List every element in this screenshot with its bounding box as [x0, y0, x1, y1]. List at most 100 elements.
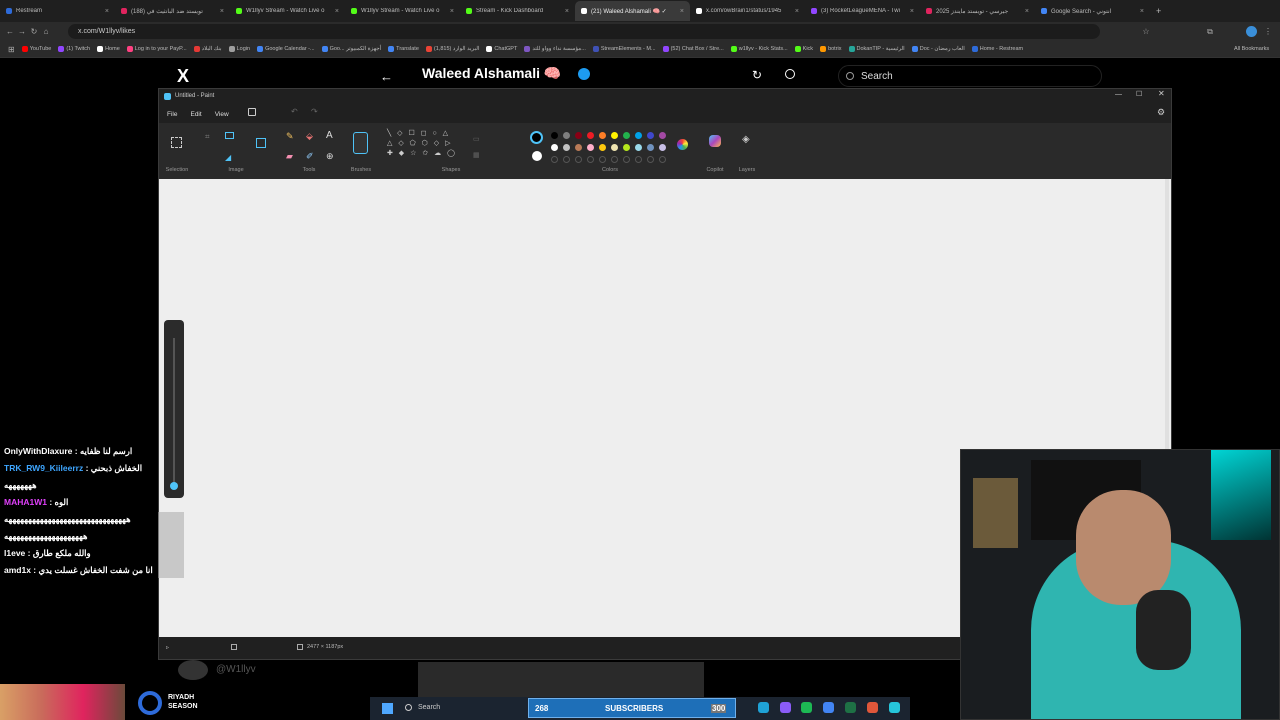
custom-color-slot[interactable] [551, 156, 558, 163]
bookmark-item[interactable]: Translate [388, 46, 419, 52]
outline-icon[interactable]: ▭ [473, 135, 480, 143]
menu-view[interactable]: View [215, 111, 229, 118]
browser-tab[interactable]: Google Search - انتوني × [1035, 1, 1150, 21]
bookmark-item[interactable]: Kick [794, 46, 813, 52]
resize-icon[interactable] [225, 132, 234, 139]
bookmark-item[interactable]: (52) Chat Box / Stre... [662, 46, 724, 52]
url-field[interactable]: x.com/W1llyv/likes [68, 24, 1100, 39]
browser-tab[interactable]: W1llyv Stream - Watch Live o × [345, 1, 460, 21]
tab-close-icon[interactable]: × [680, 8, 684, 15]
color-swatch[interactable] [587, 132, 594, 139]
bookmark-item[interactable]: مؤسسة نداء وواو للتد... [524, 46, 586, 52]
fill-icon[interactable]: ⬙ [306, 131, 313, 142]
profile-avatar[interactable] [1246, 26, 1257, 37]
bookmark-item[interactable]: Login [228, 46, 250, 52]
color-swatch[interactable] [659, 144, 666, 151]
color-swatch[interactable] [599, 132, 606, 139]
spotify-icon[interactable] [801, 702, 812, 713]
eraser-icon[interactable]: ▰ [286, 151, 293, 162]
copilot-icon[interactable] [709, 135, 721, 147]
browser-tab[interactable]: تويستد ضد البانثيث في (188) × [115, 1, 230, 21]
selection-icon[interactable] [171, 137, 182, 148]
browser-tab[interactable]: x.com/owBrain1/status/1945 × [690, 1, 805, 21]
browser-tab[interactable]: (21) Waleed Alshamali 🧠 ✓ × [575, 1, 690, 21]
browser-tab[interactable]: Stream - Kick Dashboard × [460, 1, 575, 21]
forward-icon[interactable]: → [16, 27, 28, 36]
all-bookmarks-link[interactable]: All Bookmarks [1234, 46, 1269, 52]
custom-color-slot[interactable] [647, 156, 654, 163]
brush-icon[interactable] [353, 132, 368, 154]
browser-tab[interactable]: جيرسي - تويستد مايندز 2025 × [920, 1, 1035, 21]
color-swatch[interactable] [635, 144, 642, 151]
tab-close-icon[interactable]: × [105, 8, 109, 15]
bookmark-item[interactable]: Home [97, 46, 120, 52]
bookmark-item[interactable]: w1llyv - Kick Stats... [730, 46, 788, 52]
bookmark-item[interactable]: botrix [820, 46, 842, 52]
color-picker-icon[interactable]: ✐ [306, 151, 314, 162]
bookmark-item[interactable]: (1) Twitch [58, 46, 90, 52]
color-swatch[interactable] [611, 144, 618, 151]
paint-taskbar-icon[interactable] [889, 702, 900, 713]
text-icon[interactable]: A [326, 130, 333, 141]
bookmark-item[interactable]: Doc - العاب رمضان [911, 46, 965, 52]
bookmark-item[interactable]: (1,815) البريد الوارد [425, 46, 479, 52]
back-icon[interactable]: ← [4, 27, 16, 36]
close-button[interactable]: ✕ [1158, 89, 1165, 98]
chrome-icon[interactable] [823, 702, 834, 713]
tab-close-icon[interactable]: × [220, 8, 224, 15]
bookmark-item[interactable]: Home - Restream [971, 46, 1023, 52]
color-swatch[interactable] [587, 144, 594, 151]
star-icon[interactable]: ☆ [1140, 27, 1152, 36]
color-swatch[interactable] [563, 144, 570, 151]
tab-close-icon[interactable]: × [335, 8, 339, 15]
minimize-button[interactable]: — [1115, 91, 1122, 98]
undo-icon[interactable]: ↶ [291, 107, 298, 116]
tab-close-icon[interactable]: × [565, 8, 569, 15]
layers-icon[interactable]: ◈ [742, 134, 750, 145]
bookmark-item[interactable]: DokanTIP - الرئيسية [848, 46, 905, 52]
windows-start-icon[interactable] [382, 703, 393, 714]
custom-color-slot[interactable] [599, 156, 606, 163]
obs-icon[interactable] [867, 702, 878, 713]
shapes-gallery[interactable]: ╲ ◇ ☐ ◻ ○ △ △ ◇ ⬠ ⬡ ◇ ▷ ✚ ◆ ☆ ✩ ☁ ◯ [387, 129, 459, 163]
color-swatch[interactable] [599, 144, 606, 151]
refresh-icon[interactable]: ↻ [752, 68, 762, 82]
maximize-button[interactable]: ☐ [1136, 90, 1142, 98]
custom-color-slot[interactable] [611, 156, 618, 163]
bookmark-item[interactable]: YouTube [21, 46, 51, 52]
bookmark-item[interactable]: بنك البلاد [193, 46, 222, 52]
pencil-icon[interactable]: ✎ [286, 131, 294, 142]
custom-color-slot[interactable] [635, 156, 642, 163]
new-tab-icon[interactable]: + [1156, 6, 1161, 16]
bookmark-item[interactable]: Log in to your PayP... [126, 46, 187, 52]
tab-close-icon[interactable]: × [910, 8, 914, 15]
browser-tab[interactable]: W1llyv Stream - Watch Live o × [230, 1, 345, 21]
color-swatch[interactable] [659, 132, 666, 139]
color-swatch[interactable] [563, 132, 570, 139]
edit-colors-icon[interactable] [677, 139, 688, 150]
custom-color-slot[interactable] [659, 156, 666, 163]
color-swatch[interactable] [575, 144, 582, 151]
menu-file[interactable]: File [167, 111, 177, 118]
x-search-box[interactable]: Search [838, 65, 1102, 87]
color-swatch[interactable] [635, 132, 642, 139]
bookmark-item[interactable]: StreamElements - M... [592, 46, 656, 52]
reload-icon[interactable]: ↻ [28, 27, 40, 36]
tab-close-icon[interactable]: × [450, 8, 454, 15]
color-swatch[interactable] [623, 132, 630, 139]
crop-icon[interactable]: ⌗ [205, 132, 210, 142]
custom-color-slot[interactable] [563, 156, 570, 163]
color-swatch[interactable] [551, 144, 558, 151]
rotate-icon[interactable]: ◢ [225, 153, 231, 162]
image-select-icon[interactable] [256, 138, 266, 148]
excel-icon[interactable] [845, 702, 856, 713]
color-swatch[interactable] [647, 144, 654, 151]
bookmark-item[interactable]: Google Calendar -... [257, 46, 315, 52]
taskbar-search[interactable]: Search [418, 704, 440, 711]
color-swatch[interactable] [551, 132, 558, 139]
bookmark-item[interactable]: ChatGPT [486, 46, 517, 52]
custom-color-slot[interactable] [623, 156, 630, 163]
browser-tab[interactable]: (3) RocketLeagueMENA - Twi × [805, 1, 920, 21]
tab-close-icon[interactable]: × [1025, 8, 1029, 15]
custom-color-slot[interactable] [587, 156, 594, 163]
